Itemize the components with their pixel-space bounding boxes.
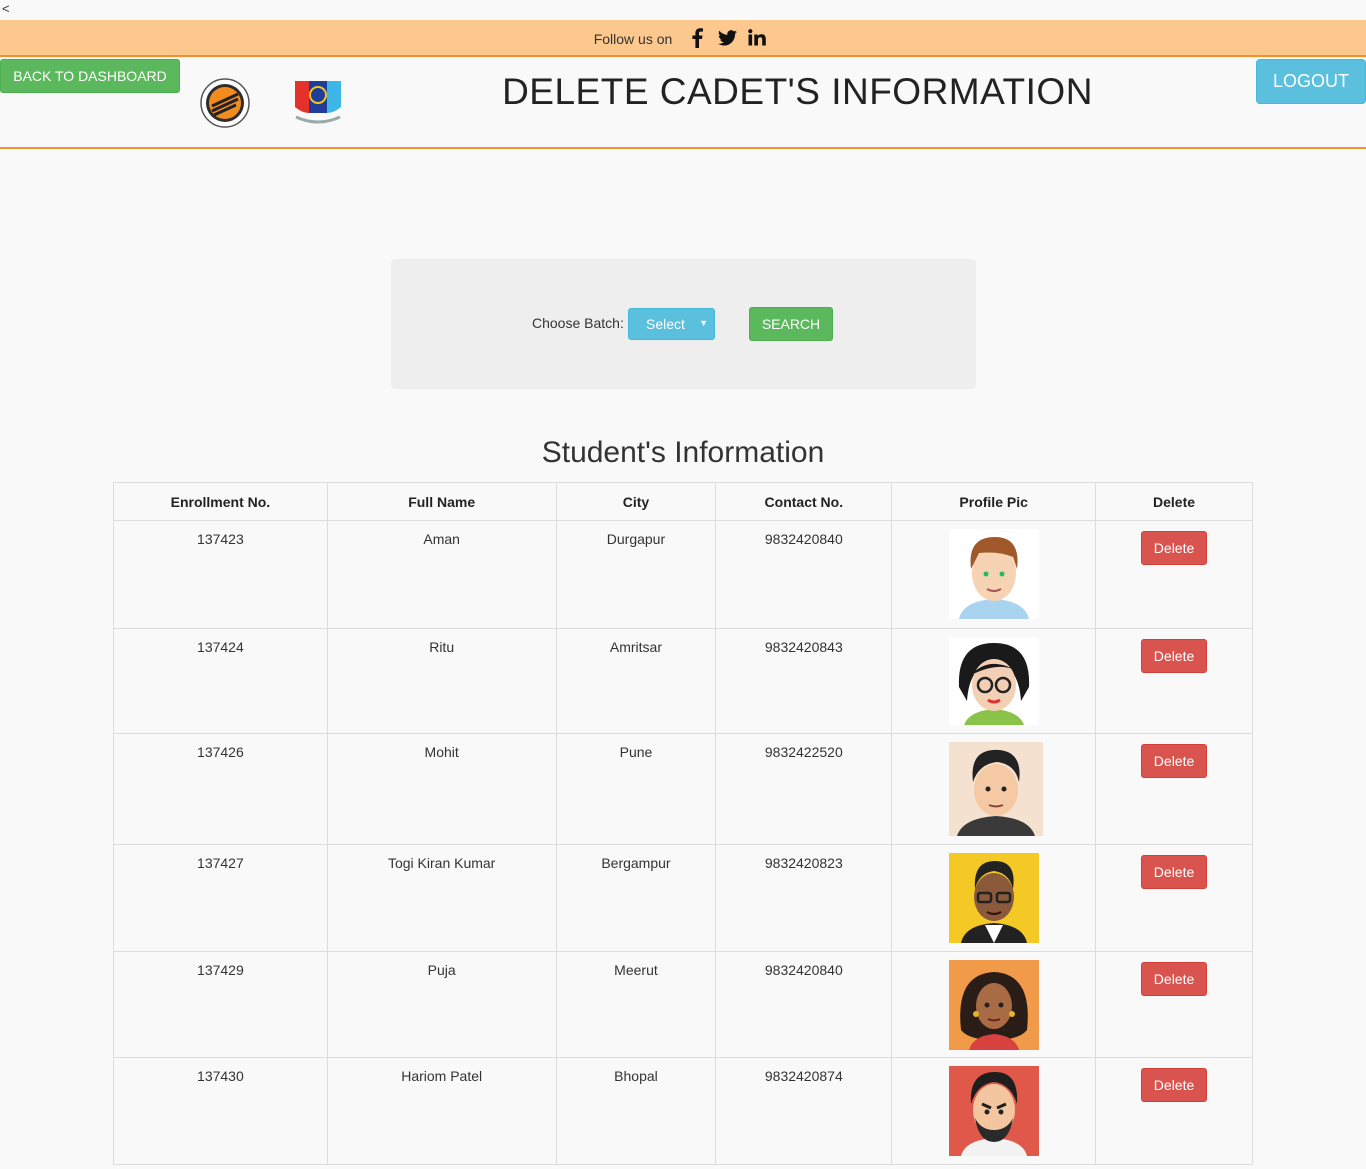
profile-pic-cell bbox=[891, 520, 1097, 629]
full-name-cell: Puja bbox=[326, 951, 557, 1058]
table-row: 137429 Puja Meerut 9832420840 Delete bbox=[113, 951, 1253, 1058]
back-arrow-link[interactable]: < bbox=[2, 0, 10, 18]
full-name-cell: Mohit bbox=[326, 733, 557, 845]
enrollment-cell: 137429 bbox=[113, 951, 328, 1058]
ncc-logo bbox=[292, 77, 344, 129]
profile-avatar-image bbox=[948, 529, 1039, 619]
column-header-delete: Delete bbox=[1095, 482, 1253, 521]
profile-pic-cell bbox=[891, 1057, 1097, 1165]
full-name-cell: Hariom Patel bbox=[326, 1057, 557, 1165]
table-row: 137427 Togi Kiran Kumar Bergampur 983242… bbox=[113, 844, 1253, 952]
contact-cell: 9832420840 bbox=[715, 951, 893, 1058]
delete-button[interactable]: Delete bbox=[1140, 1068, 1208, 1102]
contact-cell: 9832422520 bbox=[715, 733, 893, 845]
profile-pic-cell bbox=[891, 844, 1097, 952]
column-header-profile-pic: Profile Pic bbox=[891, 482, 1097, 521]
delete-button[interactable]: Delete bbox=[1140, 962, 1208, 996]
table-row: 137423 Aman Durgapur 9832420840 Delete bbox=[113, 520, 1253, 629]
delete-cell: Delete bbox=[1095, 844, 1253, 952]
delete-button[interactable]: Delete bbox=[1140, 744, 1208, 778]
full-name-cell: Togi Kiran Kumar bbox=[326, 844, 557, 952]
column-header-city: City bbox=[555, 482, 717, 521]
contact-cell: 9832420823 bbox=[715, 844, 893, 952]
profile-avatar-image bbox=[948, 1066, 1039, 1156]
students-section-title: Student's Information bbox=[541, 436, 825, 469]
delete-button[interactable]: Delete bbox=[1140, 531, 1208, 565]
contact-cell: 9832420840 bbox=[715, 520, 893, 629]
enrollment-cell: 137427 bbox=[113, 844, 328, 952]
delete-cell: Delete bbox=[1095, 1057, 1253, 1165]
facebook-icon[interactable] bbox=[682, 23, 712, 53]
city-cell: Meerut bbox=[555, 951, 717, 1058]
delete-cell: Delete bbox=[1095, 520, 1253, 629]
column-header-enrollment: Enrollment No. bbox=[113, 482, 328, 521]
caret-down-icon: ▼ bbox=[699, 318, 708, 328]
page-title: DELETE CADET'S INFORMATION bbox=[502, 71, 1093, 112]
delete-cell: Delete bbox=[1095, 951, 1253, 1058]
profile-avatar-image bbox=[948, 637, 1039, 727]
twitter-icon[interactable] bbox=[712, 23, 742, 53]
table-header-row: Enrollment No. Full Name City Contact No… bbox=[113, 482, 1253, 521]
delete-button[interactable]: Delete bbox=[1140, 639, 1208, 673]
contact-cell: 9832420874 bbox=[715, 1057, 893, 1165]
profile-pic-cell bbox=[891, 628, 1097, 734]
delete-button[interactable]: Delete bbox=[1140, 855, 1208, 889]
batch-search-panel: Choose Batch: Select ▼ SEARCH bbox=[391, 259, 976, 389]
batch-select-value: Select bbox=[646, 316, 685, 332]
city-cell: Bhopal bbox=[555, 1057, 717, 1165]
linkedin-icon[interactable] bbox=[742, 23, 772, 53]
table-row: 137430 Hariom Patel Bhopal 9832420874 De… bbox=[113, 1057, 1253, 1165]
column-header-contact: Contact No. bbox=[715, 482, 893, 521]
enrollment-cell: 137426 bbox=[113, 733, 328, 845]
choose-batch-label: Choose Batch: bbox=[532, 315, 624, 331]
profile-avatar-image bbox=[948, 853, 1039, 943]
search-button[interactable]: SEARCH bbox=[749, 307, 833, 341]
enrollment-cell: 137424 bbox=[113, 628, 328, 734]
profile-pic-cell bbox=[891, 733, 1097, 845]
enrollment-cell: 137423 bbox=[113, 520, 328, 629]
profile-pic-cell bbox=[891, 951, 1097, 1058]
back-to-dashboard-button[interactable]: BACK TO DASHBOARD bbox=[0, 59, 180, 93]
delete-cell: Delete bbox=[1095, 733, 1253, 845]
table-row: 137426 Mohit Pune 9832422520 Delete bbox=[113, 733, 1253, 845]
students-table: Enrollment No. Full Name City Contact No… bbox=[113, 482, 1253, 1165]
batch-select-dropdown[interactable]: Select ▼ bbox=[628, 308, 715, 340]
city-cell: Amritsar bbox=[555, 628, 717, 734]
follow-us-label: Follow us on bbox=[593, 30, 673, 47]
contact-cell: 9832420843 bbox=[715, 628, 893, 734]
profile-avatar-image bbox=[948, 960, 1039, 1050]
page-header: BACK TO DASHBOARD DELETE CADET'S INFORMA… bbox=[0, 57, 1366, 149]
city-cell: Bergampur bbox=[555, 844, 717, 952]
table-row: 137424 Ritu Amritsar 9832420843 Delete bbox=[113, 628, 1253, 734]
delete-cell: Delete bbox=[1095, 628, 1253, 734]
city-cell: Pune bbox=[555, 733, 717, 845]
logout-button[interactable]: LOGOUT bbox=[1256, 59, 1366, 104]
social-follow-bar: Follow us on bbox=[0, 20, 1366, 57]
full-name-cell: Ritu bbox=[326, 628, 557, 734]
profile-avatar-image bbox=[948, 742, 1043, 836]
enrollment-cell: 137430 bbox=[113, 1057, 328, 1165]
full-name-cell: Aman bbox=[326, 520, 557, 629]
city-cell: Durgapur bbox=[555, 520, 717, 629]
university-logo bbox=[200, 78, 250, 128]
column-header-full-name: Full Name bbox=[326, 482, 557, 521]
